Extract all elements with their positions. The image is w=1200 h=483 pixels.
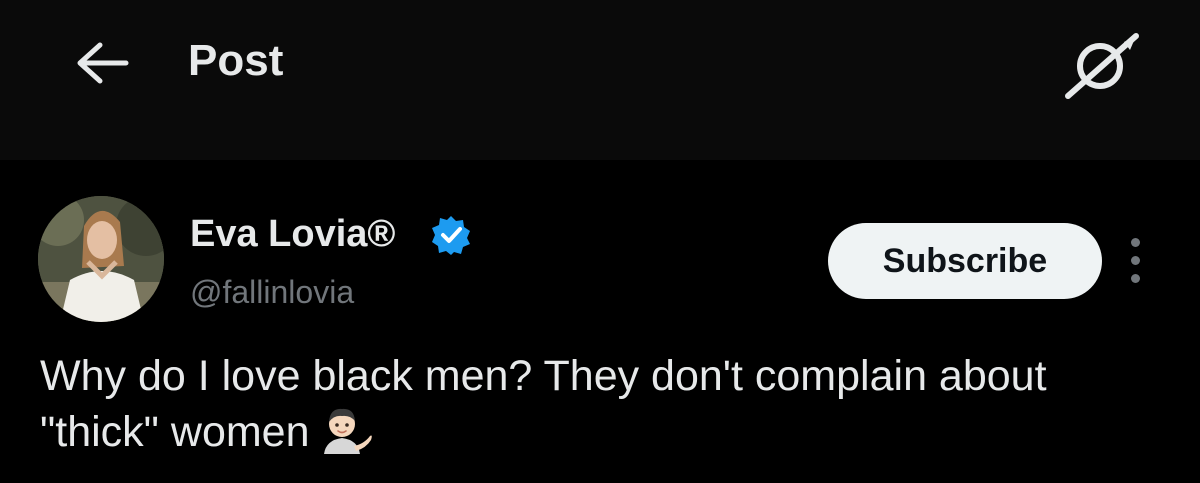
author-handle[interactable]: @fallinlovia xyxy=(190,272,354,312)
person-tipping-hand-emoji-icon xyxy=(320,404,374,468)
author-display-name[interactable]: Eva Lovia® xyxy=(190,212,395,256)
back-button[interactable] xyxy=(70,40,130,86)
profile-photo-image xyxy=(38,196,164,322)
grok-icon xyxy=(1065,33,1139,99)
post-body: Why do I love black men? They don't comp… xyxy=(40,348,1160,468)
more-options-button[interactable] xyxy=(1118,236,1154,286)
subscribe-button[interactable]: Subscribe xyxy=(828,223,1102,299)
post-text: Why do I love black men? They don't comp… xyxy=(40,352,1047,456)
more-vertical-icon-dot xyxy=(1131,238,1140,247)
more-vertical-icon-dot xyxy=(1131,256,1140,265)
grok-button[interactable] xyxy=(1062,28,1142,100)
more-vertical-icon-dot xyxy=(1131,274,1140,283)
avatar[interactable] xyxy=(38,196,164,322)
arrow-left-icon xyxy=(77,42,129,84)
top-bar: Post xyxy=(0,0,1200,160)
page-title: Post xyxy=(188,36,284,85)
verified-badge-icon xyxy=(430,214,472,256)
